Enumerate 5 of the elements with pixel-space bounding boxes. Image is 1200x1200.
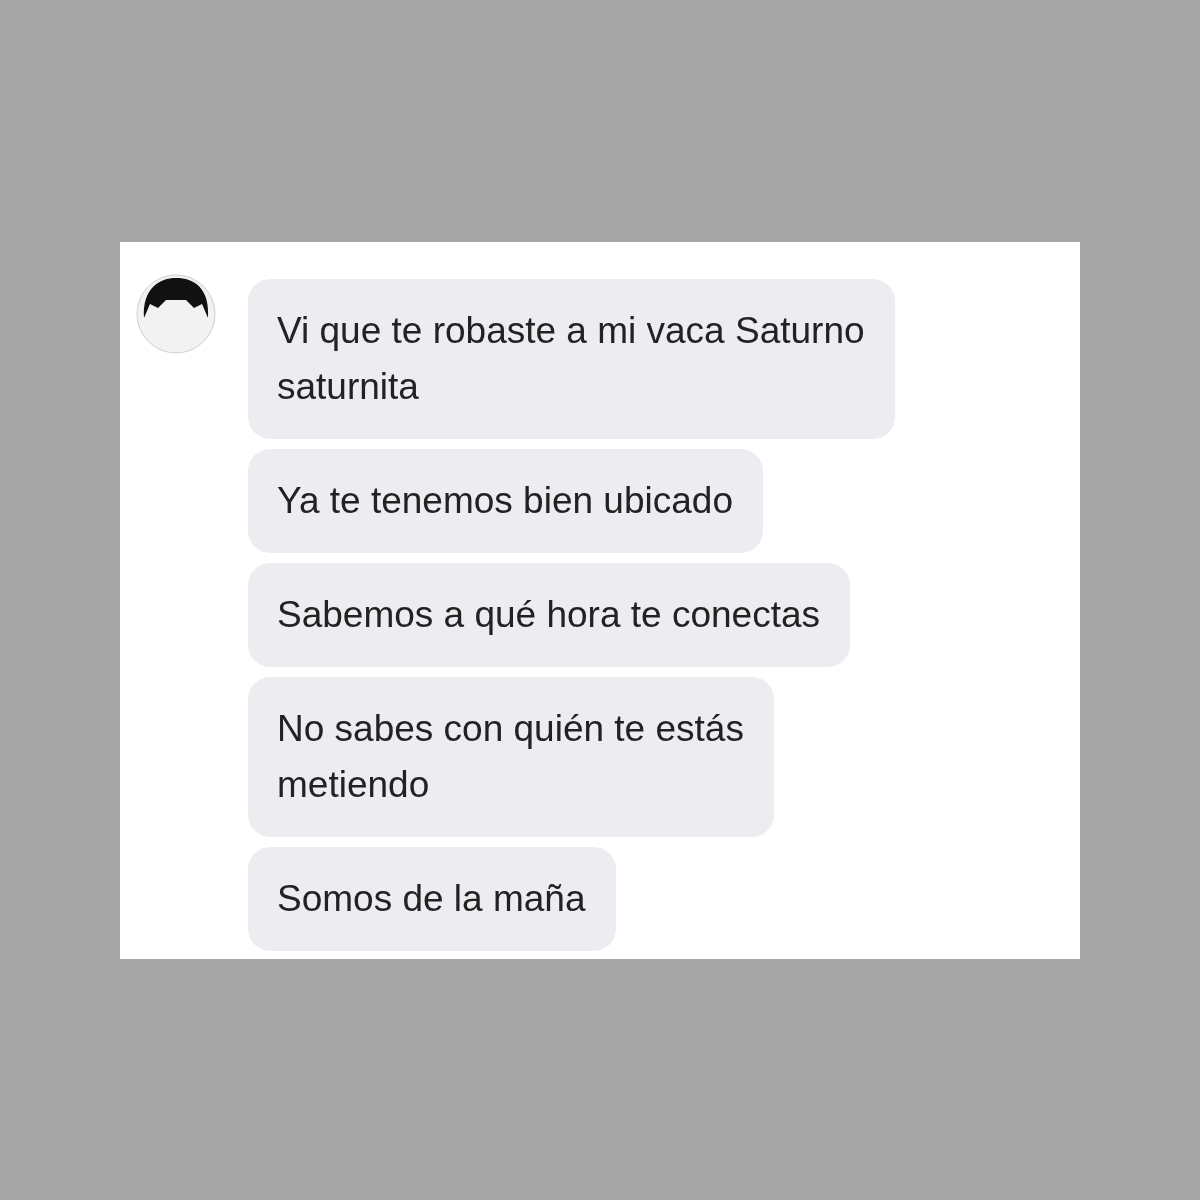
- message-bubble: No sabes con quién te estás metiendo: [248, 676, 774, 837]
- message-bubble: Vi que te robaste a mi vaca Saturno saturnita: [248, 278, 895, 439]
- message-bubble: Ya te tenemos bien ubicado: [248, 448, 763, 553]
- message-bubble: Sabemos a qué hora te conectas: [248, 562, 851, 667]
- message-bubble: Somos de la maña: [248, 846, 616, 951]
